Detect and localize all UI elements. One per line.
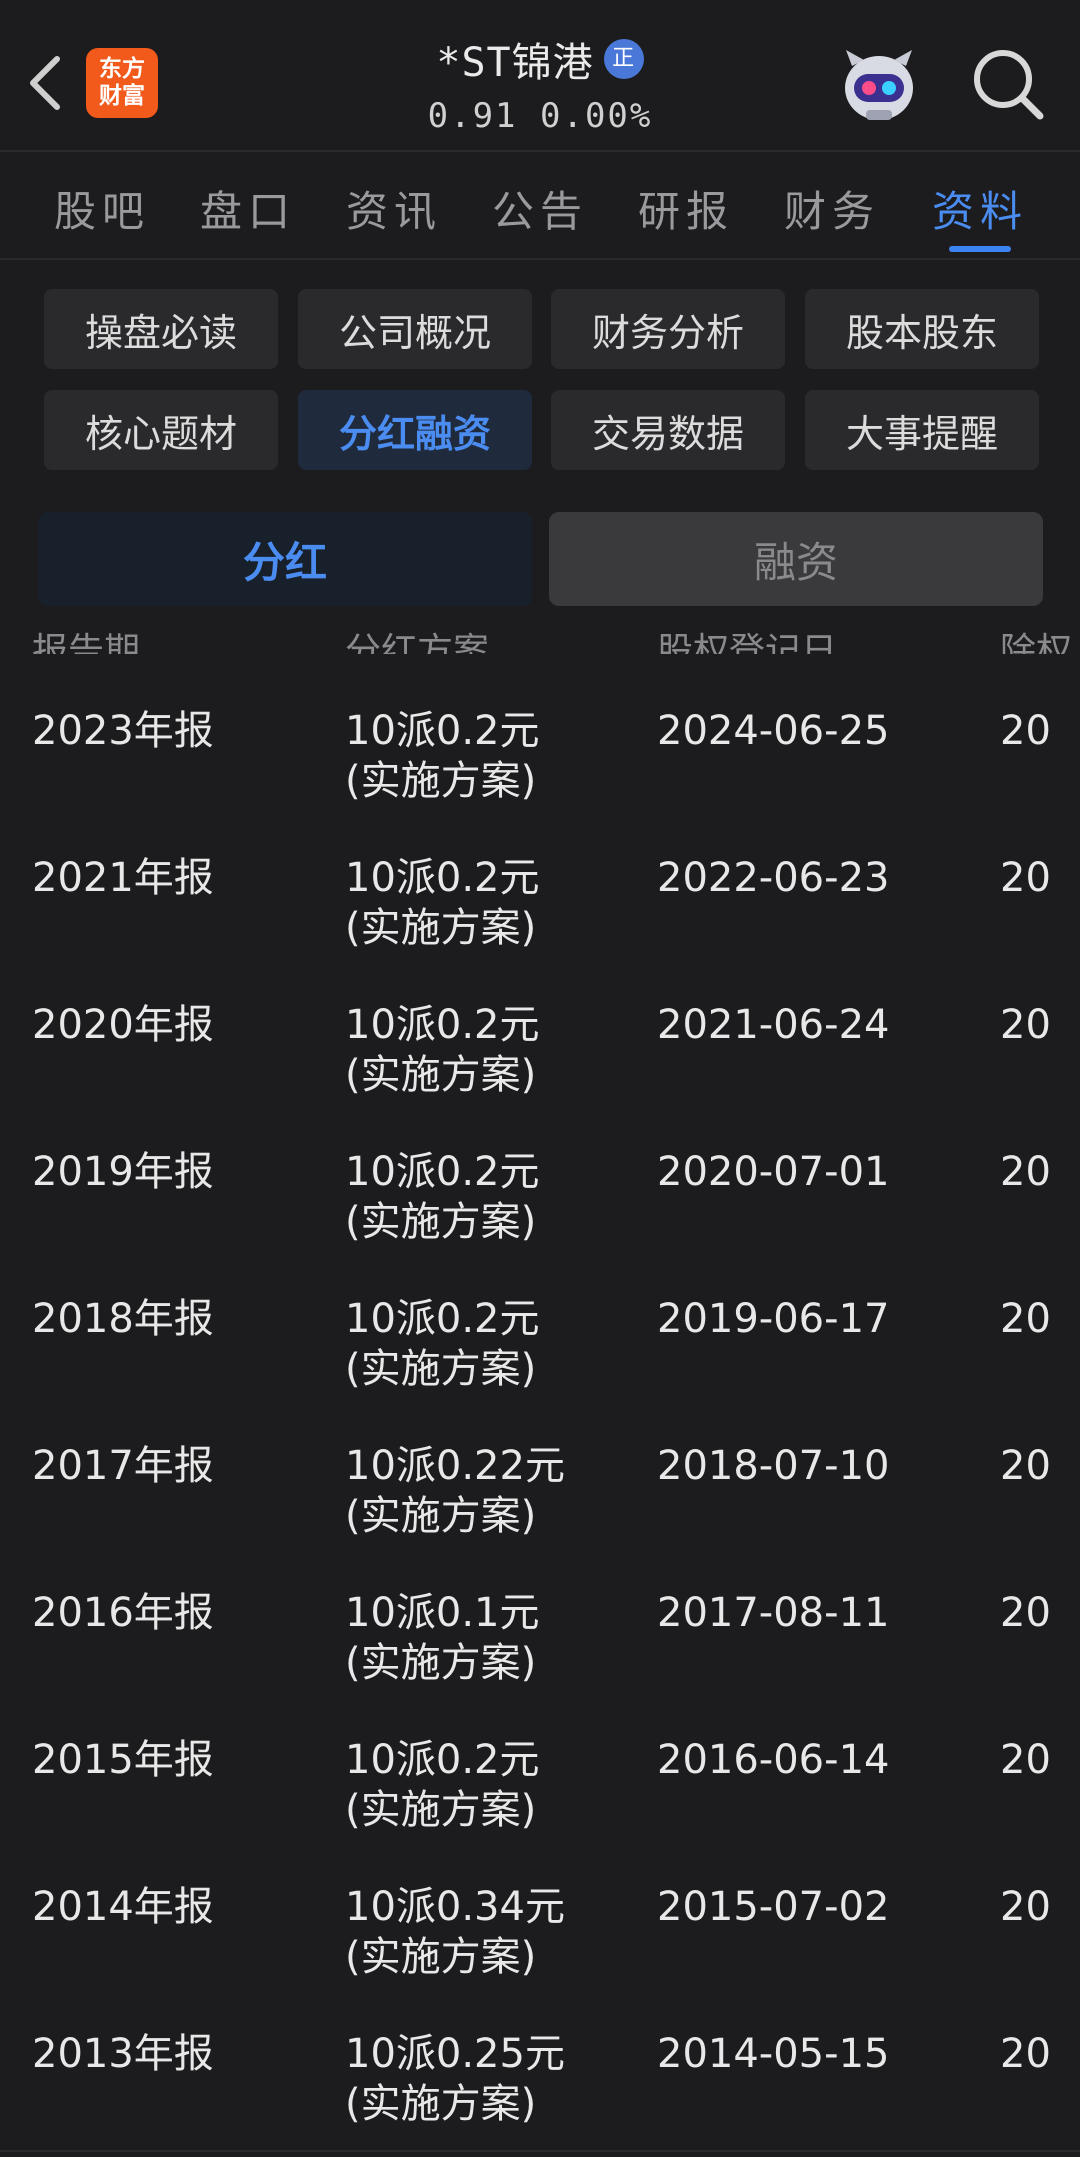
cell-ex-date: 20 — [1000, 855, 1051, 901]
subtab-core-themes[interactable]: 核心题材 — [44, 390, 278, 470]
assistant-robot-button[interactable] — [836, 40, 922, 126]
cell-period: 2021年报 — [32, 855, 214, 901]
cell-plan: 10派0.2元 (实施方案) — [345, 855, 540, 951]
cell-ex-date: 20 — [1000, 708, 1051, 754]
cell-ex-date: 20 — [1000, 1737, 1051, 1783]
cell-plan: 10派0.1元 (实施方案) — [345, 1590, 540, 1686]
column-header-ex-date: 除权 — [1000, 631, 1073, 654]
cell-plan: 10派0.2元 (实施方案) — [345, 708, 540, 804]
robot-assistant-icon — [845, 50, 913, 120]
cell-period: 2017年报 — [32, 1443, 214, 1489]
table-row[interactable]: 2017年报 10派0.22元 (实施方案) 2018-07-10 20 — [0, 1415, 1080, 1562]
subtab-dividend-financing[interactable]: 分红融资 — [298, 390, 532, 470]
top-bar: 东方 财富 *ST锦港 正 0.91 0.00% — [0, 0, 1080, 152]
subtab-trading-must-read[interactable]: 操盘必读 — [44, 289, 278, 369]
segment-financing[interactable]: 融资 — [549, 512, 1043, 606]
stock-price: 0.91 — [427, 96, 518, 136]
column-header-record-date: 股权登记日 — [657, 631, 838, 654]
tab-research[interactable]: 研报 — [613, 178, 759, 238]
cell-period: 2019年报 — [32, 1149, 214, 1195]
verified-badge-icon: 正 — [603, 39, 644, 79]
column-header-plan: 分红方案 — [345, 631, 490, 654]
search-button[interactable] — [970, 46, 1046, 122]
cell-ex-date: 20 — [1000, 1590, 1051, 1636]
cell-record-date: 2017-08-11 — [657, 1590, 890, 1636]
subtab-trading-data[interactable]: 交易数据 — [551, 390, 785, 470]
stock-name: *ST锦港 — [436, 40, 594, 86]
cell-ex-date: 20 — [1000, 2031, 1051, 2077]
tab-announcements[interactable]: 公告 — [467, 178, 613, 238]
cell-record-date: 2018-07-10 — [657, 1443, 890, 1489]
cell-record-date: 2014-05-15 — [657, 2031, 890, 2077]
cell-record-date: 2024-06-25 — [657, 708, 890, 754]
cell-period: 2016年报 — [32, 1590, 214, 1636]
cell-record-date: 2016-06-14 — [657, 1737, 890, 1783]
cell-plan: 10派0.2元 (实施方案) — [345, 1737, 540, 1833]
cell-ex-date: 20 — [1000, 1884, 1051, 1930]
tab-profile[interactable]: 资料 — [907, 178, 1053, 238]
cell-period: 2020年报 — [32, 1002, 214, 1048]
cell-ex-date: 20 — [1000, 1002, 1051, 1048]
active-tab-indicator — [949, 246, 1011, 252]
cell-ex-date: 20 — [1000, 1296, 1051, 1342]
table-row[interactable]: 2015年报 10派0.2元 (实施方案) 2016-06-14 20 — [0, 1709, 1080, 1856]
cell-record-date: 2019-06-17 — [657, 1296, 890, 1342]
cell-record-date: 2022-06-23 — [657, 855, 890, 901]
table-row[interactable]: 2021年报 10派0.2元 (实施方案) 2022-06-23 20 — [0, 827, 1080, 974]
subtab-share-capital[interactable]: 股本股东 — [805, 289, 1039, 369]
divider — [0, 2150, 1080, 2152]
table-row[interactable]: 2018年报 10派0.2元 (实施方案) 2019-06-17 20 — [0, 1268, 1080, 1415]
cell-record-date: 2015-07-02 — [657, 1884, 890, 1930]
cell-plan: 10派0.34元 (实施方案) — [345, 1884, 565, 1980]
cell-ex-date: 20 — [1000, 1443, 1051, 1489]
cell-plan: 10派0.2元 (实施方案) — [345, 1296, 540, 1392]
cell-period: 2014年报 — [32, 1884, 214, 1930]
cell-plan: 10派0.22元 (实施方案) — [345, 1443, 565, 1539]
cell-plan: 10派0.25元 (实施方案) — [345, 2031, 565, 2127]
tab-pankou[interactable]: 盘口 — [175, 178, 321, 238]
tab-news[interactable]: 资讯 — [321, 178, 467, 238]
table-row[interactable]: 2016年报 10派0.1元 (实施方案) 2017-08-11 20 — [0, 1562, 1080, 1709]
cell-ex-date: 20 — [1000, 1149, 1051, 1195]
stock-change-pct: 0.00% — [540, 96, 653, 136]
table-row[interactable]: 2013年报 10派0.25元 (实施方案) 2014-05-15 20 — [0, 2003, 1080, 2150]
table-row[interactable]: 2014年报 10派0.34元 (实施方案) 2015-07-02 20 — [0, 1856, 1080, 2003]
column-header-period: 报告期 — [32, 631, 141, 654]
cell-plan: 10派0.2元 (实施方案) — [345, 1149, 540, 1245]
cell-period: 2018年报 — [32, 1296, 214, 1342]
search-icon — [974, 50, 1044, 120]
dividend-table: 2023年报 10派0.2元 (实施方案) 2024-06-25 20 2021年… — [0, 680, 1080, 2150]
table-header: 报告期 分红方案 股权登记日 除权 — [0, 612, 1080, 654]
subtab-major-events[interactable]: 大事提醒 — [805, 390, 1039, 470]
cell-period: 2023年报 — [32, 708, 214, 754]
tab-finance[interactable]: 财务 — [759, 178, 905, 238]
table-row[interactable]: 2023年报 10派0.2元 (实施方案) 2024-06-25 20 — [0, 680, 1080, 827]
subtab-company-overview[interactable]: 公司概况 — [298, 289, 532, 369]
cell-period: 2013年报 — [32, 2031, 214, 2077]
segment-dividend[interactable]: 分红 — [38, 512, 532, 606]
table-row[interactable]: 2019年报 10派0.2元 (实施方案) 2020-07-01 20 — [0, 1121, 1080, 1268]
cell-record-date: 2021-06-24 — [657, 1002, 890, 1048]
tab-guba[interactable]: 股吧 — [29, 178, 175, 238]
subtab-financial-analysis[interactable]: 财务分析 — [551, 289, 785, 369]
main-tab-bar: 股吧 盘口 资讯 公告 研报 财务 资料 — [0, 152, 1080, 260]
cell-record-date: 2020-07-01 — [657, 1149, 890, 1195]
cell-period: 2015年报 — [32, 1737, 214, 1783]
cell-plan: 10派0.2元 (实施方案) — [345, 1002, 540, 1098]
table-row[interactable]: 2020年报 10派0.2元 (实施方案) 2021-06-24 20 — [0, 974, 1080, 1121]
